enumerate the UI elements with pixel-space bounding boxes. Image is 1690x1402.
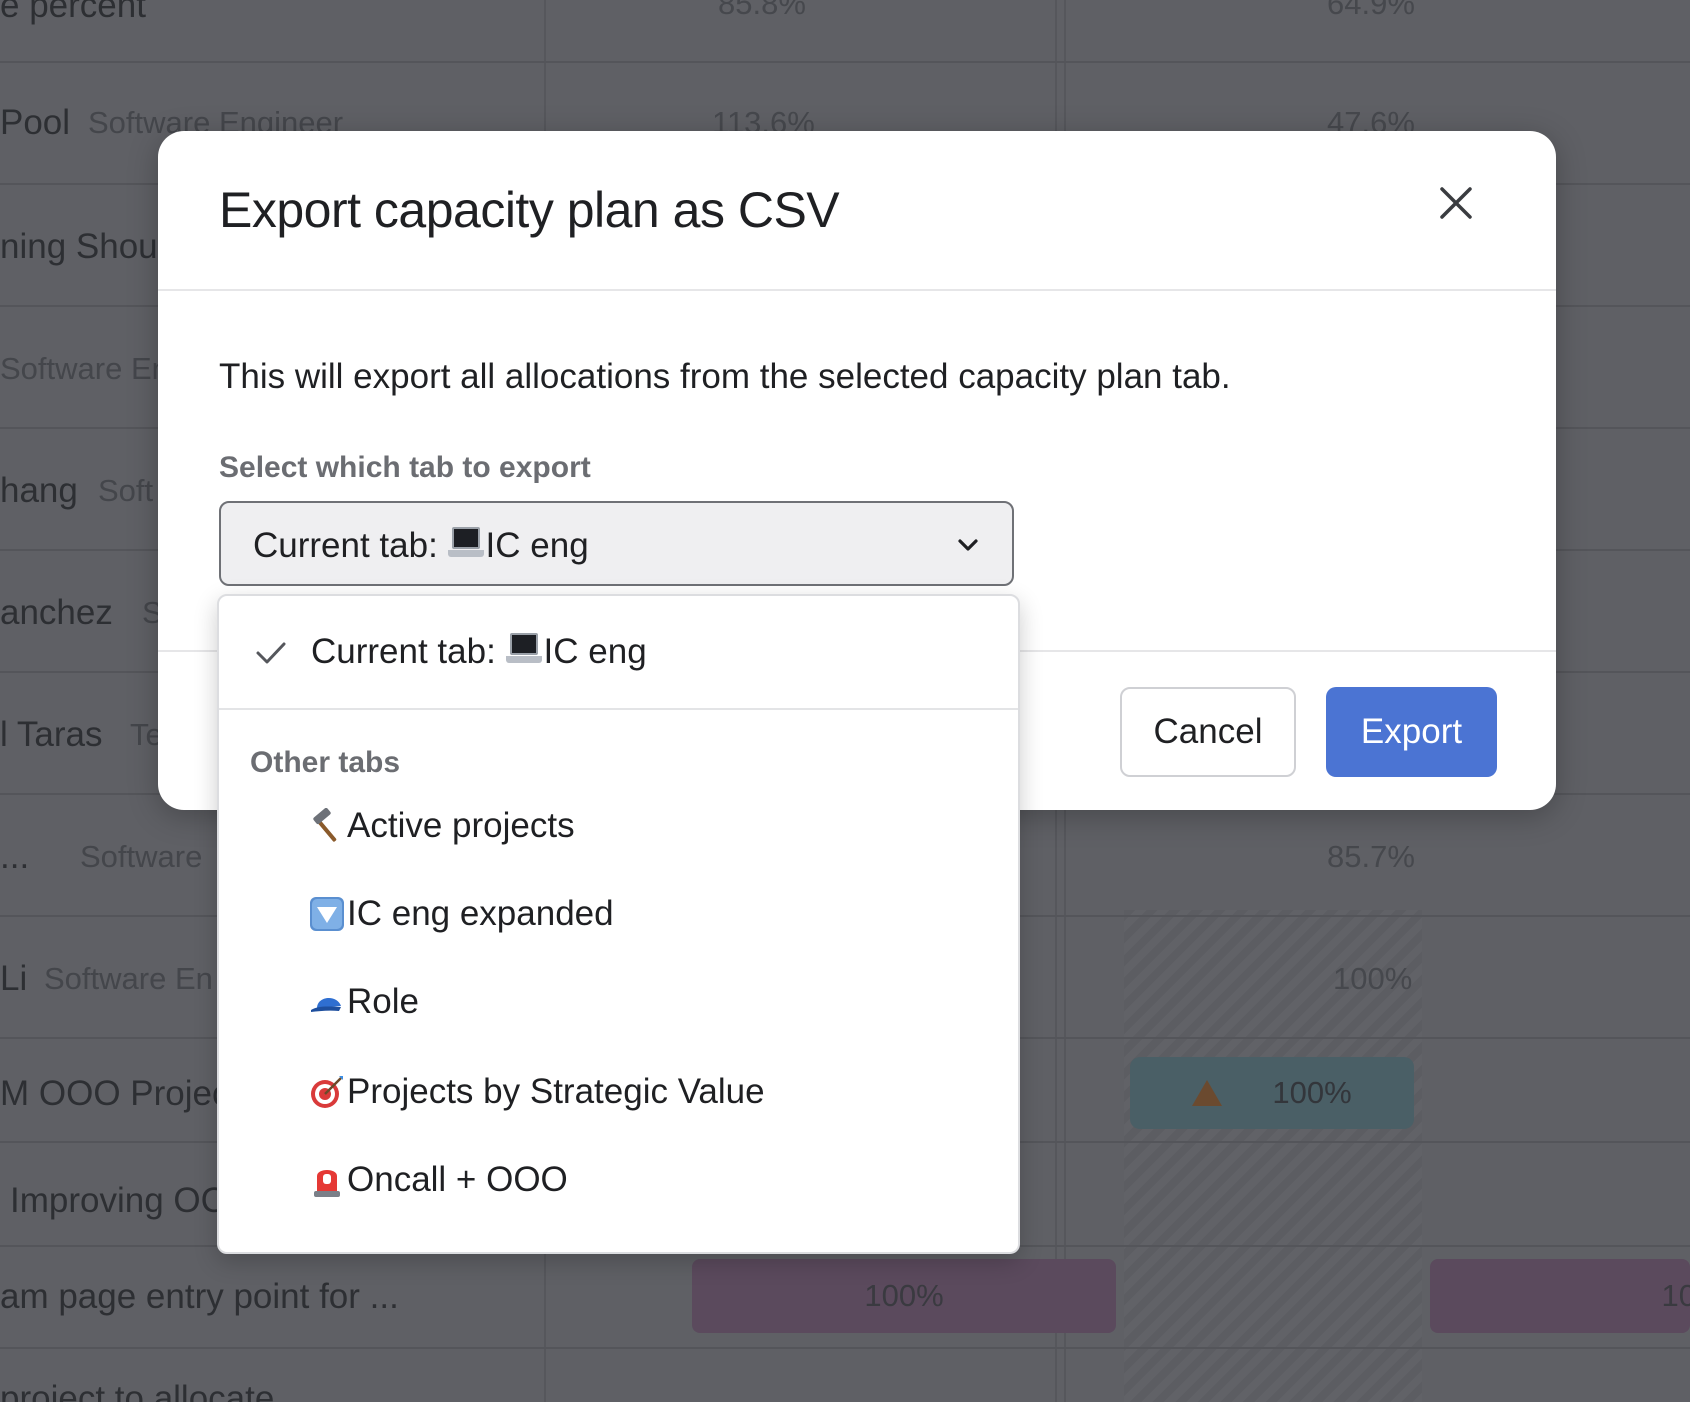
person-role: Software En — [0, 351, 169, 386]
tab-select[interactable]: Current tab: IC eng — [219, 501, 1014, 586]
hammer-icon — [313, 808, 337, 842]
modal-description: This will export all allocations from th… — [219, 357, 1231, 396]
dropdown-option-oncall-ooo[interactable]: Oncall + OOO — [309, 1160, 568, 1200]
modal-title: Export capacity plan as CSV — [219, 182, 840, 238]
person-name: l Taras — [0, 715, 103, 754]
allocation-value: 100% — [864, 1278, 944, 1313]
billed-cap-icon — [311, 997, 341, 1012]
warning-icon — [1192, 1080, 1223, 1106]
tab-select-value: Current tab: IC eng — [253, 526, 589, 566]
row-label: e percent — [0, 0, 146, 25]
cell-value: 64.9% — [1327, 0, 1415, 21]
export-button[interactable]: Export — [1326, 687, 1497, 777]
dropdown-option-ic-eng-expanded[interactable]: IC eng expanded — [309, 894, 614, 934]
person-role: Software — [80, 839, 203, 874]
table-row: am page entry point for ... 100% 10 — [0, 1247, 1690, 1349]
person-role: Software En — [44, 961, 213, 996]
dropdown-option-current-tab[interactable]: Current tab: IC eng — [219, 596, 1018, 710]
option-text: Role — [347, 982, 419, 1021]
allocation-pill[interactable]: 10 — [1430, 1259, 1690, 1333]
allocation-value: 100% — [1272, 1075, 1352, 1110]
allocation-pill-warning[interactable]: 100% — [1130, 1057, 1414, 1129]
person-name: Li — [0, 959, 28, 998]
laptop-icon — [447, 527, 484, 561]
laptop-icon — [505, 633, 542, 667]
person-name: Pool — [0, 103, 71, 142]
cancel-button[interactable]: Cancel — [1120, 687, 1296, 777]
close-icon — [1440, 187, 1472, 219]
option-text: IC eng expanded — [347, 894, 614, 933]
tab-select-label: Select which tab to export — [219, 451, 591, 484]
select-value-label: IC eng — [485, 526, 589, 565]
dropdown-option-projects-by-strategic-value[interactable]: Projects by Strategic Value — [309, 1072, 765, 1112]
close-button[interactable] — [1428, 175, 1484, 231]
cell-value: 85.8% — [718, 0, 806, 21]
cell-value: 85.7% — [1327, 839, 1415, 874]
option-text: Projects by Strategic Value — [347, 1072, 765, 1111]
modal-header: Export capacity plan as CSV — [158, 131, 1556, 291]
dropdown-option-role[interactable]: Role — [309, 982, 419, 1022]
person-name: ... — [0, 837, 30, 876]
table-row: e percent 85.8% 64.9% — [0, 0, 1690, 63]
chevron-down-icon — [958, 539, 978, 551]
option-text: Active projects — [347, 806, 575, 845]
option-text: Oncall + OOO — [347, 1160, 568, 1199]
target-icon — [311, 1076, 343, 1108]
dropdown-option-active-projects[interactable]: Active projects — [309, 806, 575, 846]
checkmark-icon — [256, 642, 286, 664]
project-name: am page entry point for ... — [0, 1277, 399, 1316]
option-prefix: Current tab: — [311, 632, 506, 671]
person-name: hang — [0, 471, 78, 510]
tab-select-dropdown: Current tab: IC eng Other tabs Active pr… — [217, 594, 1020, 1254]
table-row: project to allocate — [0, 1349, 1690, 1402]
down-arrow-button-icon — [310, 897, 344, 931]
person-name: anchez — [0, 593, 113, 632]
person-name: ning Shou — [0, 227, 158, 266]
project-name: Improving OC — [10, 1181, 226, 1220]
dropdown-group-label: Other tabs — [250, 746, 401, 779]
police-light-icon — [314, 1170, 340, 1197]
person-role: Soft — [98, 473, 154, 508]
project-name: project to allocate — [0, 1379, 275, 1402]
option-text: IC eng — [543, 632, 647, 671]
allocation-pill[interactable]: 100% — [692, 1259, 1116, 1333]
allocation-value: 10 — [1661, 1278, 1690, 1313]
project-name: M OOO Projec — [0, 1074, 230, 1113]
select-prefix: Current tab: — [253, 526, 448, 565]
dropdown-option-label: Current tab: IC eng — [311, 632, 647, 672]
cell-value: 100% — [1333, 961, 1413, 996]
